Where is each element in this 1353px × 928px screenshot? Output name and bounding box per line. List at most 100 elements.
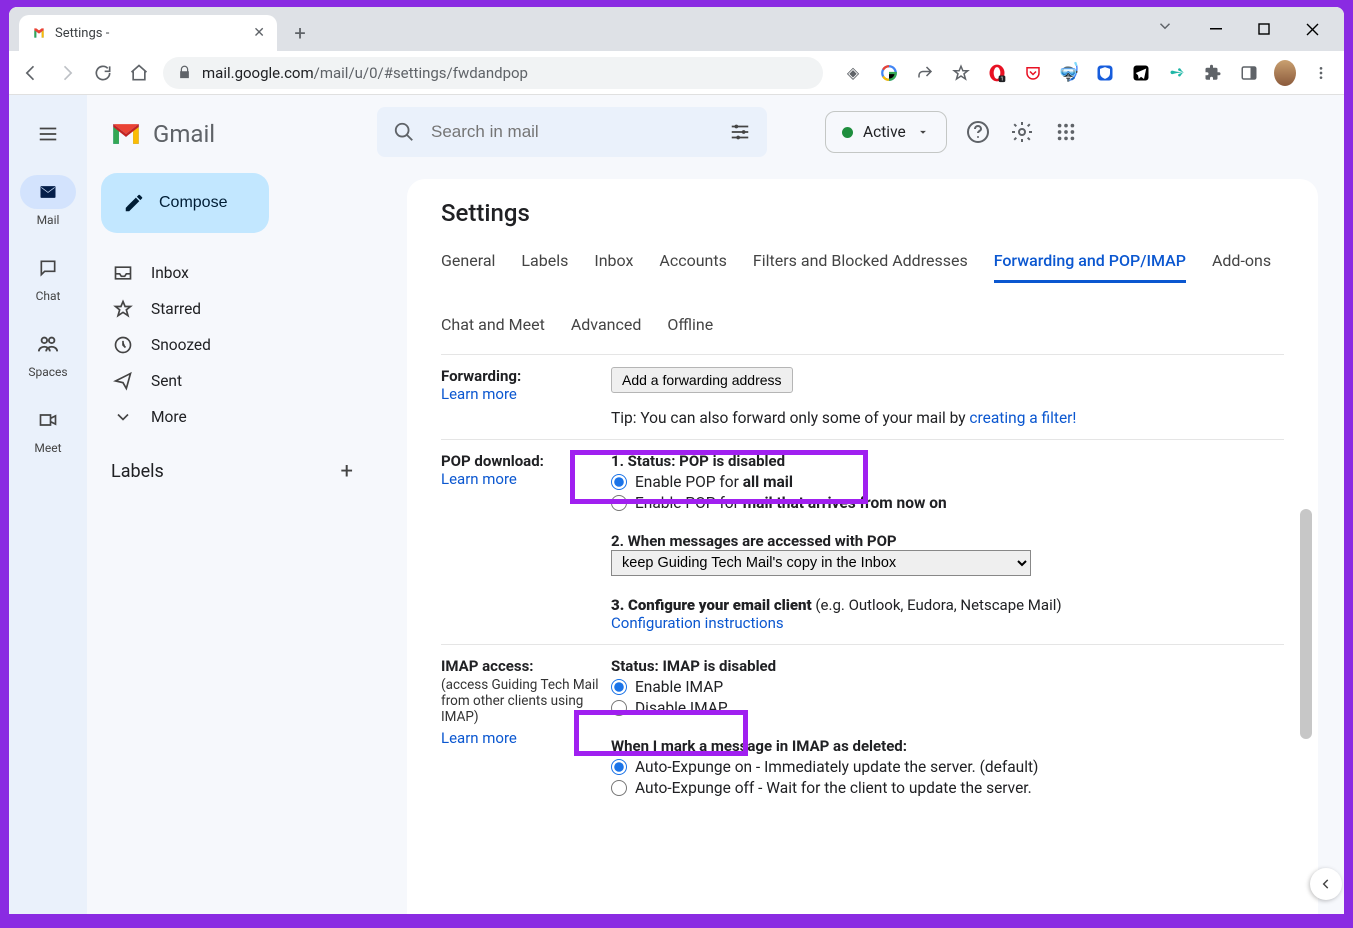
reload-button[interactable] xyxy=(93,63,113,83)
search-options-icon[interactable] xyxy=(729,121,751,143)
imap-enable[interactable]: Enable IMAP xyxy=(611,678,1284,696)
share-icon[interactable] xyxy=(914,62,936,84)
sidebar: Gmail Compose Inbox Starred Snoozed Sent… xyxy=(87,95,377,914)
tab-chat-meet[interactable]: Chat and Meet xyxy=(441,309,545,344)
rail-chat[interactable]: Chat xyxy=(9,245,87,309)
nav-list: Inbox Starred Snoozed Sent More xyxy=(101,255,363,435)
mail-icon xyxy=(38,182,58,202)
tab-forwarding-pop-imap[interactable]: Forwarding and POP/IMAP xyxy=(994,245,1186,283)
app-rail: Mail Chat Spaces Meet xyxy=(9,95,87,914)
section-imap: IMAP access: (access Guiding Tech Mail f… xyxy=(441,644,1284,812)
nav-more[interactable]: More xyxy=(101,399,363,435)
back-button[interactable] xyxy=(21,63,41,83)
tab-general[interactable]: General xyxy=(441,245,495,283)
pop-enable-new-radio[interactable] xyxy=(611,495,627,511)
imap-deleted-heading: When I mark a message in IMAP as deleted… xyxy=(611,737,1284,755)
rail-mail[interactable]: Mail xyxy=(9,169,87,233)
ext-opera-icon[interactable]: 1 xyxy=(986,62,1008,84)
imap-disable[interactable]: Disable IMAP xyxy=(611,699,1284,717)
section-pop: POP download: Learn more 1. Status: POP … xyxy=(441,439,1284,644)
tab-accounts[interactable]: Accounts xyxy=(659,245,726,283)
imap-expunge-on[interactable]: Auto-Expunge on - Immediately update the… xyxy=(611,758,1284,776)
pop-enable-all-radio[interactable] xyxy=(611,474,627,490)
forwarding-tip: Tip: You can also forward only some of y… xyxy=(611,409,1284,427)
tab-labels[interactable]: Labels xyxy=(521,245,568,283)
side-panel-icon[interactable] xyxy=(1238,62,1260,84)
expunge-on-radio[interactable] xyxy=(611,759,627,775)
tab-inbox[interactable]: Inbox xyxy=(594,245,633,283)
tab-offline[interactable]: Offline xyxy=(667,309,713,344)
scrollbar[interactable] xyxy=(1300,509,1312,739)
bookmark-star-icon[interactable] xyxy=(950,62,972,84)
tab-dropdown-icon[interactable] xyxy=(1156,17,1174,35)
pop-enable-new[interactable]: Enable POP for mail that arrives from no… xyxy=(611,494,1284,512)
ext-telegram-icon[interactable] xyxy=(1130,62,1152,84)
pop-title: POP download: xyxy=(441,452,601,470)
browser-window: Settings - ✕ + mail.google.com/mail/u/0/… xyxy=(9,7,1344,914)
home-button[interactable] xyxy=(129,63,149,83)
search-icon xyxy=(393,121,415,143)
ext-shield-icon[interactable] xyxy=(1094,62,1116,84)
add-forwarding-address-button[interactable]: Add a forwarding address xyxy=(611,367,793,393)
chrome-menu-icon[interactable] xyxy=(1310,62,1332,84)
pop-learn-more[interactable]: Learn more xyxy=(441,470,601,488)
close-tab-icon[interactable]: ✕ xyxy=(253,25,265,41)
imap-enable-radio[interactable] xyxy=(611,679,627,695)
settings-gear-button[interactable] xyxy=(1009,119,1035,145)
compose-button[interactable]: Compose xyxy=(101,173,269,233)
imap-disable-radio[interactable] xyxy=(611,700,627,716)
ext-google-icon[interactable] xyxy=(878,62,900,84)
chevron-down-icon xyxy=(916,125,930,139)
main-menu-button[interactable] xyxy=(25,111,71,157)
add-label-button[interactable]: + xyxy=(341,459,353,484)
side-panel-toggle[interactable] xyxy=(1310,868,1342,900)
apps-grid-button[interactable] xyxy=(1053,119,1079,145)
gmail-logo[interactable]: Gmail xyxy=(101,109,363,173)
rail-spaces[interactable]: Spaces xyxy=(9,321,87,385)
settings-tabs: General Labels Inbox Accounts Filters an… xyxy=(441,245,1284,344)
tab-addons[interactable]: Add-ons xyxy=(1212,245,1271,283)
imap-learn-more[interactable]: Learn more xyxy=(441,729,601,747)
nav-snoozed[interactable]: Snoozed xyxy=(101,327,363,363)
support-button[interactable] xyxy=(965,119,991,145)
star-icon xyxy=(113,299,133,319)
search-input[interactable] xyxy=(431,122,713,142)
minimize-button[interactable] xyxy=(1192,11,1240,47)
imap-subtitle: (access Guiding Tech Mail from other cli… xyxy=(441,677,601,725)
pop-config-link[interactable]: Configuration instructions xyxy=(611,614,1284,632)
rail-meet[interactable]: Meet xyxy=(9,397,87,461)
new-tab-button[interactable]: + xyxy=(285,18,315,48)
extensions-icon[interactable] xyxy=(1202,62,1224,84)
settings-panel: Settings General Labels Inbox Accounts F… xyxy=(407,179,1318,914)
tab-advanced[interactable]: Advanced xyxy=(571,309,642,344)
profile-avatar[interactable] xyxy=(1274,62,1296,84)
inbox-icon xyxy=(113,263,133,283)
create-filter-link[interactable]: creating a filter! xyxy=(969,409,1076,427)
pop-enable-all[interactable]: Enable POP for all mail xyxy=(611,473,1284,491)
ext-dash-icon[interactable]: ➺ xyxy=(1166,62,1188,84)
imap-expunge-off[interactable]: Auto-Expunge off - Wait for the client t… xyxy=(611,779,1284,797)
maximize-button[interactable] xyxy=(1240,11,1288,47)
status-chip[interactable]: Active xyxy=(825,111,947,153)
forward-button[interactable] xyxy=(57,63,77,83)
tab-filters[interactable]: Filters and Blocked Addresses xyxy=(753,245,968,283)
close-window-button[interactable] xyxy=(1288,11,1336,47)
search-box[interactable] xyxy=(377,107,767,157)
section-forwarding: Forwarding: Learn more Add a forwarding … xyxy=(441,354,1284,439)
meet-icon xyxy=(38,410,58,430)
ext-bitwarden-icon[interactable]: 🤿 xyxy=(1058,62,1080,84)
address-bar[interactable]: mail.google.com/mail/u/0/#settings/fwdan… xyxy=(163,57,823,89)
ext-pocket-icon[interactable] xyxy=(1022,62,1044,84)
url-text: mail.google.com/mail/u/0/#settings/fwdan… xyxy=(202,64,528,82)
extension-icons: ◈ 1 🤿 ➺ xyxy=(842,62,1332,84)
nav-inbox[interactable]: Inbox xyxy=(101,255,363,291)
nav-starred[interactable]: Starred xyxy=(101,291,363,327)
ext-diamond-icon[interactable]: ◈ xyxy=(842,62,864,84)
browser-toolbar: mail.google.com/mail/u/0/#settings/fwdan… xyxy=(9,51,1344,95)
pop-action-select[interactable]: keep Guiding Tech Mail's copy in the Inb… xyxy=(611,550,1031,576)
browser-tab[interactable]: Settings - ✕ xyxy=(19,15,277,51)
forwarding-learn-more[interactable]: Learn more xyxy=(441,385,601,403)
pop-step3: 3. Configure your email client (e.g. Out… xyxy=(611,596,1284,614)
nav-sent[interactable]: Sent xyxy=(101,363,363,399)
expunge-off-radio[interactable] xyxy=(611,780,627,796)
